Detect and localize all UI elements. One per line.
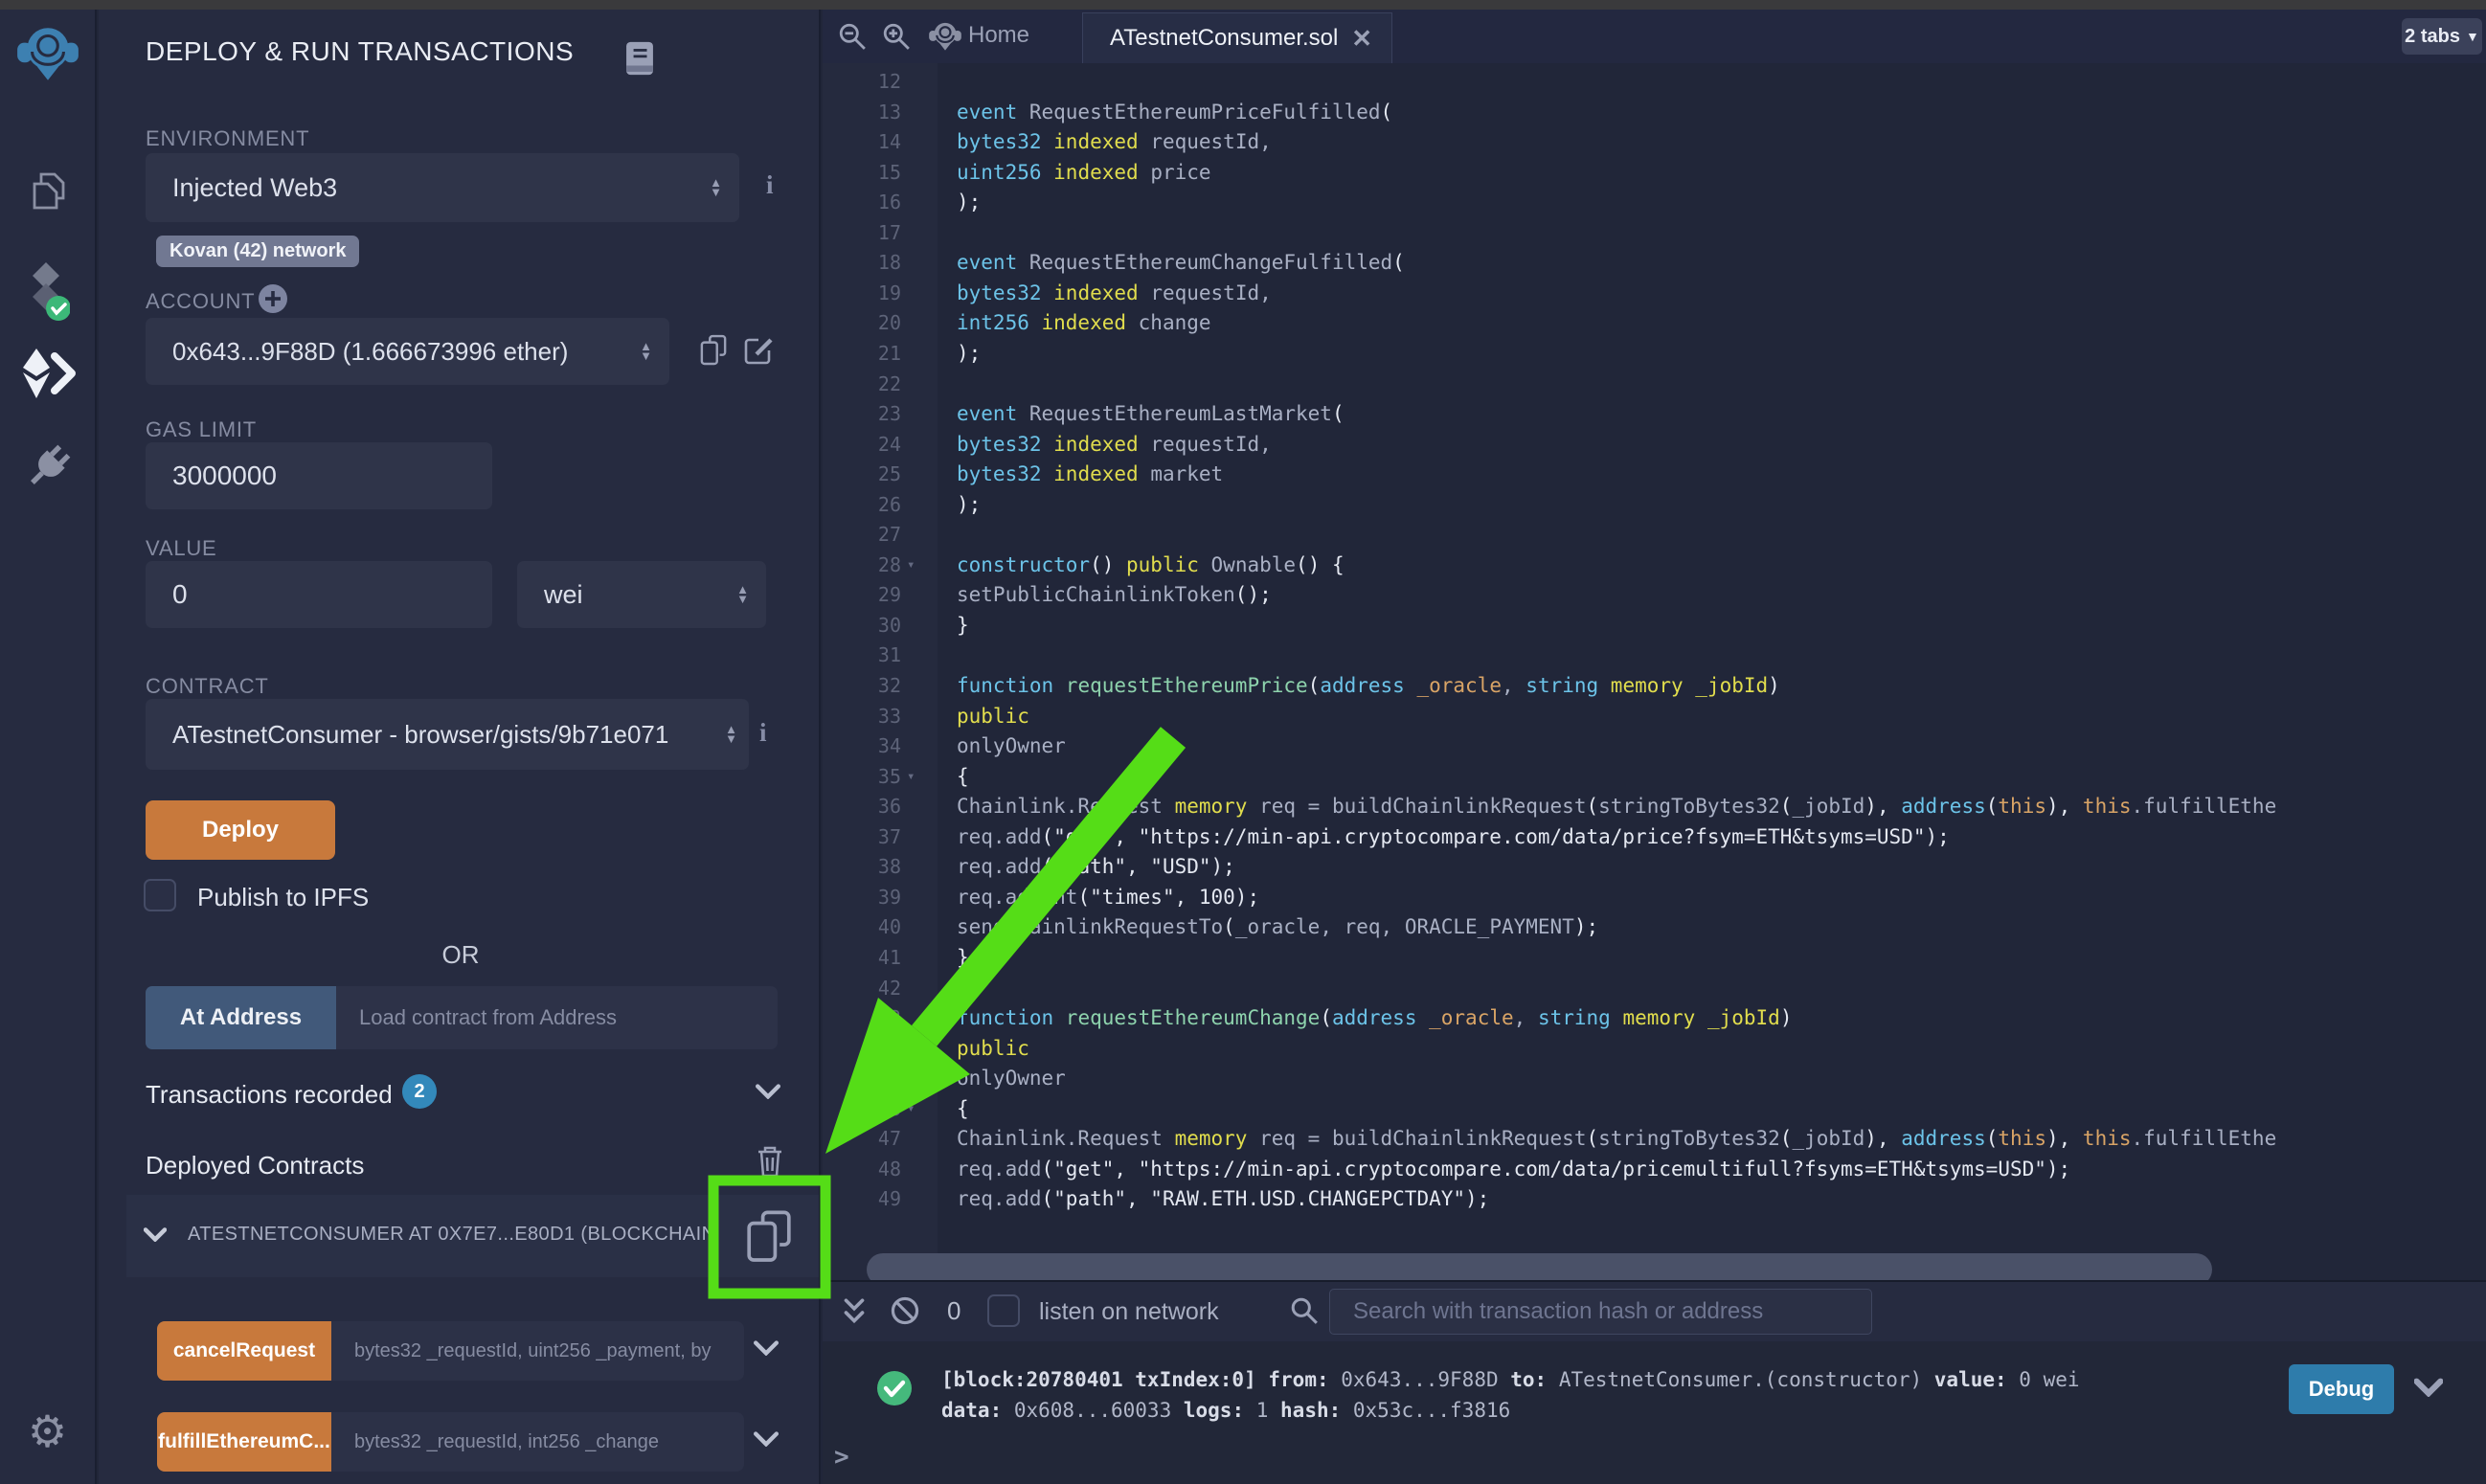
terminal-search-input[interactable] [1329,1289,1872,1335]
icon-rail: ⚙ [0,10,97,1484]
account-label: ACCOUNT [146,289,255,314]
solidity-compiler-icon [26,260,70,324]
tab-home[interactable]: Home [968,22,1029,49]
ban-icon[interactable] [890,1295,920,1331]
fulfill-chevron-down-icon[interactable] [754,1431,779,1451]
deploy-run-button[interactable] [20,345,76,407]
tabs-count-button[interactable]: 2 tabs ▼ [2402,18,2482,55]
check-circle-icon [876,1370,913,1411]
transaction-log-line-2[interactable]: data: 0x608...60033 logs: 1 hash: 0x53c.… [941,1399,1510,1422]
solidity-compiler-button[interactable] [26,260,70,328]
horizontal-scrollbar[interactable] [867,1253,2212,1280]
value-unit: wei [517,580,736,610]
transactions-count-badge: 2 [402,1074,437,1109]
chevron-updown-icon: ▲▼ [736,585,749,604]
file-explorer-button[interactable] [26,170,70,221]
zoom-out-icon[interactable] [838,22,867,56]
documentation-icon[interactable] [625,40,654,81]
value-unit-select[interactable]: wei ▲▼ [517,561,766,628]
network-badge: Kovan (42) network [156,236,359,267]
deployed-contracts-label: Deployed Contracts [146,1151,364,1180]
edit-account-icon[interactable] [744,335,775,371]
publish-ipfs-label: Publish to IPFS [197,883,369,912]
code-editor: Home ATestnetConsumer.sol ✕ 2 tabs ▼ 121… [823,10,2486,1280]
transaction-log-line-1[interactable]: [block:20780401 txIndex:0] from: 0x643..… [941,1368,2080,1391]
chevron-updown-icon: ▲▼ [640,342,652,361]
environment-select[interactable]: Injected Web3 ▲▼ [146,153,739,222]
at-address-button[interactable]: At Address [146,986,336,1049]
home-tab-remix-icon[interactable] [928,18,962,59]
fulfill-ethereum-change-button[interactable]: fulfillEthereumC... [157,1412,331,1472]
contract-info-icon[interactable]: i [759,718,767,748]
plugin-manager-button[interactable] [23,442,73,497]
log-expand-chevron-down-icon[interactable] [2414,1378,2443,1402]
terminal-prompt[interactable]: > [834,1443,849,1472]
gas-limit-label: GAS LIMIT [146,417,257,442]
plugin-manager-icon [23,442,73,492]
cancel-request-chevron-down-icon[interactable] [754,1340,779,1360]
environment-info-icon[interactable]: i [766,170,774,200]
account-value: 0x643...9F88D (1.666673996 ether) [146,337,640,367]
listen-network-label: listen on network [1039,1298,1219,1326]
code-area[interactable]: 1213event RequestEthereumPriceFulfilled(… [823,63,2486,1280]
remix-ide-window: ⚙ DEPLOY & RUN TRANSACTIONS ENVIRONMENT … [0,0,2486,1484]
environment-label: ENVIRONMENT [146,126,309,151]
listen-network-checkbox[interactable] [987,1294,1020,1327]
zoom-in-icon[interactable] [882,22,911,56]
gas-limit-input[interactable] [146,442,492,509]
at-address-input[interactable] [336,986,778,1049]
pending-count: 0 [947,1296,960,1326]
copy-account-icon[interactable] [700,333,727,372]
trash-icon[interactable] [756,1143,784,1184]
remix-logo[interactable] [16,19,79,93]
chevron-updown-icon: ▲▼ [725,725,737,744]
chevron-updown-icon: ▲▼ [710,178,722,197]
contract-select[interactable]: ATestnetConsumer - browser/gists/9b71e07… [146,699,749,770]
search-icon [1290,1296,1319,1330]
or-separator: OR [99,940,821,970]
environment-value: Injected Web3 [146,173,710,203]
value-label: VALUE [146,536,217,561]
deploy-run-icon [20,345,76,402]
account-select[interactable]: 0x643...9F88D (1.666673996 ether) ▲▼ [146,318,669,385]
fulfill-ethereum-change-args[interactable] [331,1412,744,1472]
contract-label: CONTRACT [146,674,269,699]
tab-filename: ATestnetConsumer.sol [1083,25,1338,52]
contract-expand-chevron-down-icon[interactable] [144,1227,167,1247]
cancel-request-button[interactable]: cancelRequest [157,1321,331,1381]
terminal-toolbar: 0 listen on network [823,1282,2486,1341]
tabs-count-label: 2 tabs [2405,26,2460,48]
publish-ipfs-checkbox[interactable] [144,879,176,911]
page-title: DEPLOY & RUN TRANSACTIONS [146,36,574,67]
transactions-recorded-label: Transactions recorded [146,1080,393,1110]
deploy-run-panel: DEPLOY & RUN TRANSACTIONS ENVIRONMENT In… [99,10,821,1484]
terminal-panel: 0 listen on network [block:20780401 txIn… [823,1280,2486,1484]
remix-logo-icon [16,19,79,88]
chevron-down-icon: ▼ [2466,29,2479,44]
file-explorer-icon [26,170,70,216]
copy-contract-address-icon[interactable] [746,1208,792,1270]
cancel-request-args[interactable] [331,1321,744,1381]
value-input[interactable] [146,561,492,628]
contract-value: ATestnetConsumer - browser/gists/9b71e07… [146,720,725,750]
transactions-chevron-down-icon[interactable] [756,1084,780,1104]
debug-button[interactable]: Debug [2289,1364,2394,1414]
editor-tab-bar: Home ATestnetConsumer.sol ✕ 2 tabs ▼ [823,10,2486,63]
settings-gear-icon[interactable]: ⚙ [28,1409,67,1453]
close-icon[interactable]: ✕ [1351,24,1372,54]
window-top-strip [0,0,2486,10]
tab-atestnetconsumer[interactable]: ATestnetConsumer.sol ✕ [1082,12,1392,63]
double-chevron-down-icon[interactable] [842,1296,867,1332]
add-account-icon[interactable] [258,283,288,319]
deployed-contract-header[interactable]: ATESTNETCONSUMER AT 0X7E7...E80D1 (BLOCK… [126,1195,821,1277]
deployed-contract-title: ATESTNETCONSUMER AT 0X7E7...E80D1 (BLOCK… [188,1224,743,1246]
deploy-button[interactable]: Deploy [146,800,335,860]
